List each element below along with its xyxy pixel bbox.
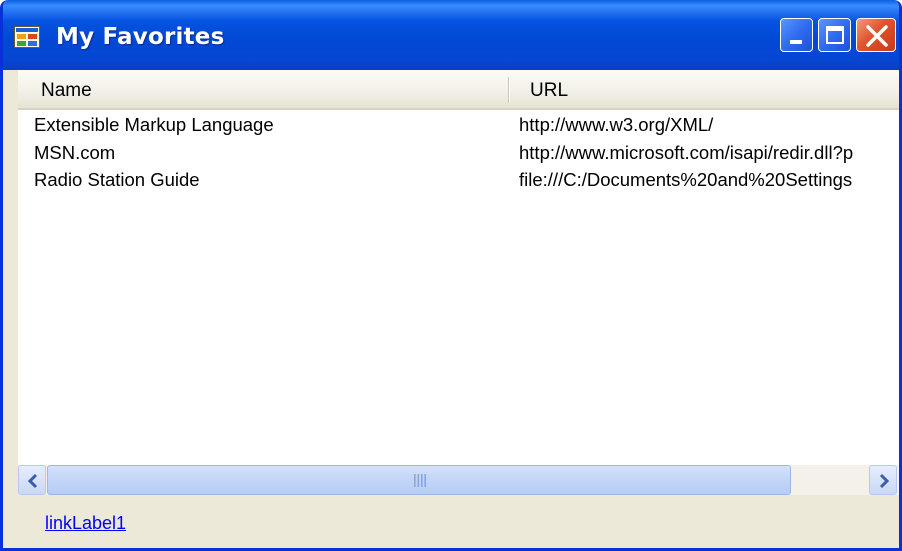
favorites-list-view[interactable]: Name URL Extensible Markup Language http… <box>18 70 899 495</box>
horizontal-scrollbar[interactable] <box>18 465 899 495</box>
minimize-icon <box>790 40 802 44</box>
maximize-icon <box>826 26 844 44</box>
item-name: Extensible Markup Language <box>34 114 274 135</box>
grip-icon <box>414 474 426 487</box>
close-icon <box>866 25 888 47</box>
maximize-button[interactable] <box>818 18 851 52</box>
item-name: MSN.com <box>34 141 116 163</box>
list-item[interactable]: Extensible Markup Language http://www.w3… <box>18 112 899 140</box>
column-header-name[interactable]: Name <box>41 70 92 108</box>
title-bar[interactable]: My Favorites <box>3 0 899 70</box>
list-item[interactable]: MSN.com http://www.microsoft.com/isapi/r… <box>18 140 899 168</box>
list-rows: Extensible Markup Language http://www.w3… <box>18 112 899 195</box>
minimize-button[interactable] <box>780 18 813 52</box>
column-header-url[interactable]: URL <box>530 70 568 108</box>
scroll-right-button[interactable] <box>869 465 897 495</box>
column-divider-highlight <box>509 77 510 103</box>
item-url: http://www.microsoft.com/isapi/redir.dll… <box>519 141 854 163</box>
scrollbar-thumb[interactable] <box>47 465 791 495</box>
item-url: http://www.w3.org/XML/ <box>519 114 714 135</box>
footer-panel: linkLabel1 <box>3 495 899 548</box>
close-button[interactable] <box>856 18 896 52</box>
chevron-right-icon <box>879 473 890 489</box>
list-header: Name URL <box>18 70 899 110</box>
window-title: My Favorites <box>56 24 225 50</box>
favorites-window: My Favorites Name URL Extensible Markup … <box>0 0 902 551</box>
item-name: Radio Station Guide <box>34 169 200 190</box>
app-window-icon <box>14 26 40 48</box>
chevron-left-icon <box>27 473 38 489</box>
item-url: file:///C:/Documents%20and%20Settings <box>519 169 853 190</box>
list-item[interactable]: Radio Station Guide file:///C:/Documents… <box>18 167 899 195</box>
link-label[interactable]: linkLabel1 <box>45 513 126 534</box>
scroll-left-button[interactable] <box>18 465 46 495</box>
